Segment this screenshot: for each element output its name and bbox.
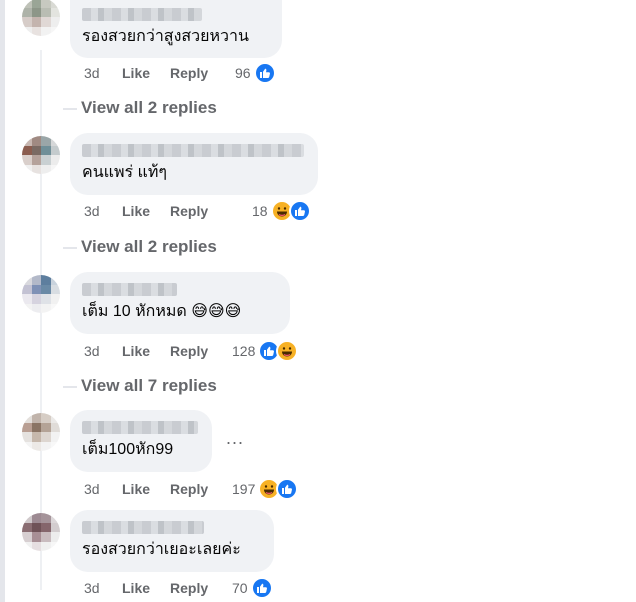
comment-actions: 3d Like Reply — [84, 343, 208, 359]
reply-button[interactable]: Reply — [170, 481, 208, 497]
reaction-summary[interactable]: 96 — [235, 62, 276, 84]
comment-text: รองสวยกว่าสูงสวยหวาน — [82, 28, 249, 45]
haha-reaction-icon — [276, 340, 299, 362]
comment-time[interactable]: 3d — [84, 343, 122, 359]
avatar[interactable] — [22, 513, 60, 551]
like-button[interactable]: Like — [122, 203, 170, 219]
thread-line — [40, 50, 42, 590]
like-button[interactable]: Like — [122, 65, 170, 81]
comment-actions: 3d Like Reply — [84, 203, 208, 219]
comment-actions: 3d Like Reply — [84, 65, 208, 81]
comment-text: เต็ม 10 หักหมด 😅😅😅 — [82, 303, 242, 320]
comment-actions: 3d Like Reply — [84, 481, 208, 497]
comment-bubble: เต็ม100หัก99 — [70, 410, 212, 472]
comment-bubble: รองสวยกว่าสูงสวยหวาน — [70, 0, 282, 58]
comment-bubble: คนแพร่ แท้ๆ — [70, 133, 318, 195]
comment-bubble: รองสวยกว่าเยอะเลยค่ะ — [70, 510, 274, 572]
comment-actions: 3d Like Reply — [84, 580, 208, 596]
view-replies-link[interactable]: View all 2 replies — [63, 98, 217, 118]
view-replies-link[interactable]: View all 7 replies — [63, 376, 217, 396]
like-button[interactable]: Like — [122, 481, 170, 497]
avatar[interactable] — [22, 413, 60, 451]
reaction-count: 70 — [232, 580, 248, 596]
commenter-name-blurred[interactable] — [82, 421, 198, 434]
comment-time[interactable]: 3d — [84, 203, 122, 219]
comment-bubble: เต็ม 10 หักหมด 😅😅😅 — [70, 272, 290, 334]
like-button[interactable]: Like — [122, 343, 170, 359]
like-reaction-icon — [253, 62, 276, 84]
comment-time[interactable]: 3d — [84, 65, 122, 81]
reply-button[interactable]: Reply — [170, 203, 208, 219]
reaction-count: 197 — [232, 481, 256, 497]
like-reaction-icon — [250, 577, 273, 599]
reply-button[interactable]: Reply — [170, 343, 208, 359]
comment-text: คนแพร่ แท้ๆ — [82, 164, 167, 181]
like-reaction-icon — [288, 200, 311, 222]
commenter-name-blurred[interactable] — [82, 521, 204, 534]
reaction-summary[interactable]: 70 — [232, 577, 273, 599]
avatar[interactable] — [22, 275, 60, 313]
comment-text: รองสวยกว่าเยอะเลยค่ะ — [82, 541, 241, 558]
reaction-summary[interactable]: 18 — [252, 200, 311, 222]
reply-button[interactable]: Reply — [170, 580, 208, 596]
reaction-count: 96 — [235, 65, 251, 81]
reaction-summary[interactable]: 197 — [232, 478, 299, 500]
reply-button[interactable]: Reply — [170, 65, 208, 81]
commenter-name-blurred[interactable] — [82, 144, 304, 157]
commenter-name-blurred[interactable] — [82, 283, 177, 296]
commenter-name-blurred[interactable] — [82, 8, 202, 21]
avatar[interactable] — [22, 0, 60, 36]
avatar[interactable] — [22, 136, 60, 174]
view-replies-link[interactable]: View all 2 replies — [63, 237, 217, 257]
like-button[interactable]: Like — [122, 580, 170, 596]
reaction-count: 18 — [252, 203, 268, 219]
reaction-summary[interactable]: 128 — [232, 340, 299, 362]
comment-time[interactable]: 3d — [84, 580, 122, 596]
more-options-button[interactable]: ... — [226, 428, 244, 449]
comment-time[interactable]: 3d — [84, 481, 122, 497]
reaction-count: 128 — [232, 343, 256, 359]
comment-text: เต็ม100หัก99 — [82, 441, 174, 458]
like-reaction-icon — [276, 478, 299, 500]
left-divider — [0, 0, 5, 602]
